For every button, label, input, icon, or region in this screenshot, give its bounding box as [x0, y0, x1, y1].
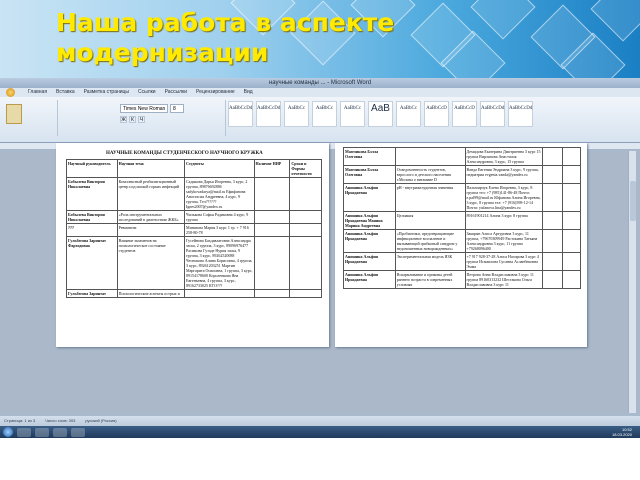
status-bar: Страница: 1 из 3 Число слов: 393 русский… [0, 416, 640, 426]
window-title: научные команды ... - Microsoft Word [0, 78, 640, 88]
start-button[interactable] [3, 427, 13, 437]
column-header: Научный руководитель [66, 159, 118, 178]
table-row: Анишина Альфия Ирнадаевна pH - внутрижел… [343, 183, 581, 212]
style-tile[interactable]: AaBbCc [312, 101, 337, 127]
status-language[interactable]: русский (Россия) [85, 416, 116, 426]
status-page[interactable]: Страница: 1 из 3 [4, 416, 35, 426]
teams-table-page-2: Мамчикова Бэлла Олеговна Демидова Екатер… [343, 147, 581, 289]
column-header: Научная тема [116, 159, 186, 178]
table-row: Мамчикова Бэлла Олеговна Демидова Екатер… [343, 147, 581, 166]
styles-gallery: AaBbCcDd AaBbCcDd AaBbCc AaBbCc AaBbCc A… [228, 101, 533, 127]
style-tile[interactable]: AaBbCcD [424, 101, 449, 127]
style-tile[interactable]: AaBbCc [284, 101, 309, 127]
table-row: Анишина Альфия Ирнадаевна Вскармливание … [343, 270, 581, 289]
style-tile[interactable]: AaBbCcDd [228, 101, 253, 127]
style-tile[interactable]: AaBbCcD [452, 101, 477, 127]
table-row: Мамчикова Бэлла Олеговна Осведомленность… [343, 165, 581, 184]
format-buttons: Ж К Ч [120, 116, 145, 123]
style-tile[interactable]: AaBbCc [396, 101, 421, 127]
taskbar-app[interactable] [53, 427, 67, 437]
style-tile[interactable]: AaBbCc [340, 101, 365, 127]
office-button[interactable] [6, 88, 15, 97]
table-row: Анишина Альфия Ирнадаевна «Пробиотики, п… [343, 229, 581, 253]
scroll-thumb[interactable] [630, 181, 636, 221]
table-row: Анишина Альфия Ирнадаевна Эксперименталь… [343, 252, 581, 271]
word-window: научные команды ... - Microsoft Word Гла… [0, 78, 640, 438]
font-group: Times New Roman 8 Ж К Ч [58, 100, 226, 136]
tab-references[interactable]: Ссылки [138, 88, 156, 97]
paste-icon[interactable] [6, 104, 22, 124]
table-row: Гульбегова Заринтат Психологические аспе… [66, 289, 322, 298]
status-words[interactable]: Число слов: 393 [45, 416, 75, 426]
bold-button[interactable]: Ж [120, 116, 127, 123]
clock[interactable]: 10:52 18.03.2020 [612, 427, 632, 437]
taskbar: 10:52 18.03.2020 [0, 426, 640, 438]
ribbon: Times New Roman 8 Ж К Ч AaBbCcDd AaBbCcD… [0, 97, 640, 143]
document-area: НАУЧНЫЕ КОМАНДЫ СТУДЕНЧЕСКОГО НАУЧНОГО К… [0, 143, 640, 413]
ribbon-tabs: Главная Вставка Разметка страницы Ссылки… [0, 88, 640, 97]
teams-table-page-1: Научный руководитель Научная тема Студен… [66, 159, 322, 298]
slide-title: Наша работа в аспекте модернизации [56, 8, 395, 67]
taskbar-app[interactable] [35, 427, 49, 437]
tab-review[interactable]: Рецензирование [196, 88, 235, 97]
tab-page-layout[interactable]: Разметка страницы [84, 88, 129, 97]
tab-insert[interactable]: Вставка [56, 88, 75, 97]
document-page-1[interactable]: НАУЧНЫЕ КОМАНДЫ СТУДЕНЧЕСКОГО НАУЧНОГО К… [56, 143, 329, 347]
document-heading: НАУЧНЫЕ КОМАНДЫ СТУДЕНЧЕСКОГО НАУЧНОГО К… [106, 151, 263, 156]
column-header: Сроки и Формы отчетности [289, 159, 322, 178]
column-header: Студенты [184, 159, 255, 178]
style-tile[interactable]: AaBbCcDd [508, 101, 533, 127]
table-row: Бобылева Виктория Николаевна Комплексный… [66, 177, 322, 211]
table-row: ??? Ревматизм Минязова Мария 3 курс 1 гр… [66, 223, 322, 237]
clipboard-group [2, 100, 58, 136]
table-row: Бобылева Виктория Николаевна «Роль инстр… [66, 210, 322, 224]
table-row: Гульбегова Заринтат Фарходовна Влияние э… [66, 236, 322, 290]
slide: Наша работа в аспекте модернизации научн… [0, 0, 640, 480]
underline-button[interactable]: Ч [138, 116, 145, 123]
column-header: Наличие НИР [253, 159, 291, 178]
font-name-select[interactable]: Times New Roman [120, 104, 168, 113]
table-row: Анишина Альфия Ирнадаевна Манина Марина … [343, 211, 581, 230]
tab-mailings[interactable]: Рассылки [165, 88, 187, 97]
style-tile[interactable]: AaB [368, 101, 393, 127]
style-tile[interactable]: AaBbCcDd [480, 101, 505, 127]
font-size-select[interactable]: 8 [170, 104, 184, 113]
tab-view[interactable]: Вид [244, 88, 253, 97]
clock-date: 18.03.2020 [611, 432, 632, 437]
style-tile[interactable]: AaBbCcDd [256, 101, 281, 127]
italic-button[interactable]: К [129, 116, 136, 123]
taskbar-app[interactable] [71, 427, 85, 437]
vertical-scrollbar[interactable] [628, 151, 636, 413]
document-page-2[interactable]: Мамчикова Бэлла Олеговна Демидова Екатер… [335, 143, 587, 347]
tab-home[interactable]: Главная [28, 88, 47, 97]
taskbar-app[interactable] [17, 427, 31, 437]
